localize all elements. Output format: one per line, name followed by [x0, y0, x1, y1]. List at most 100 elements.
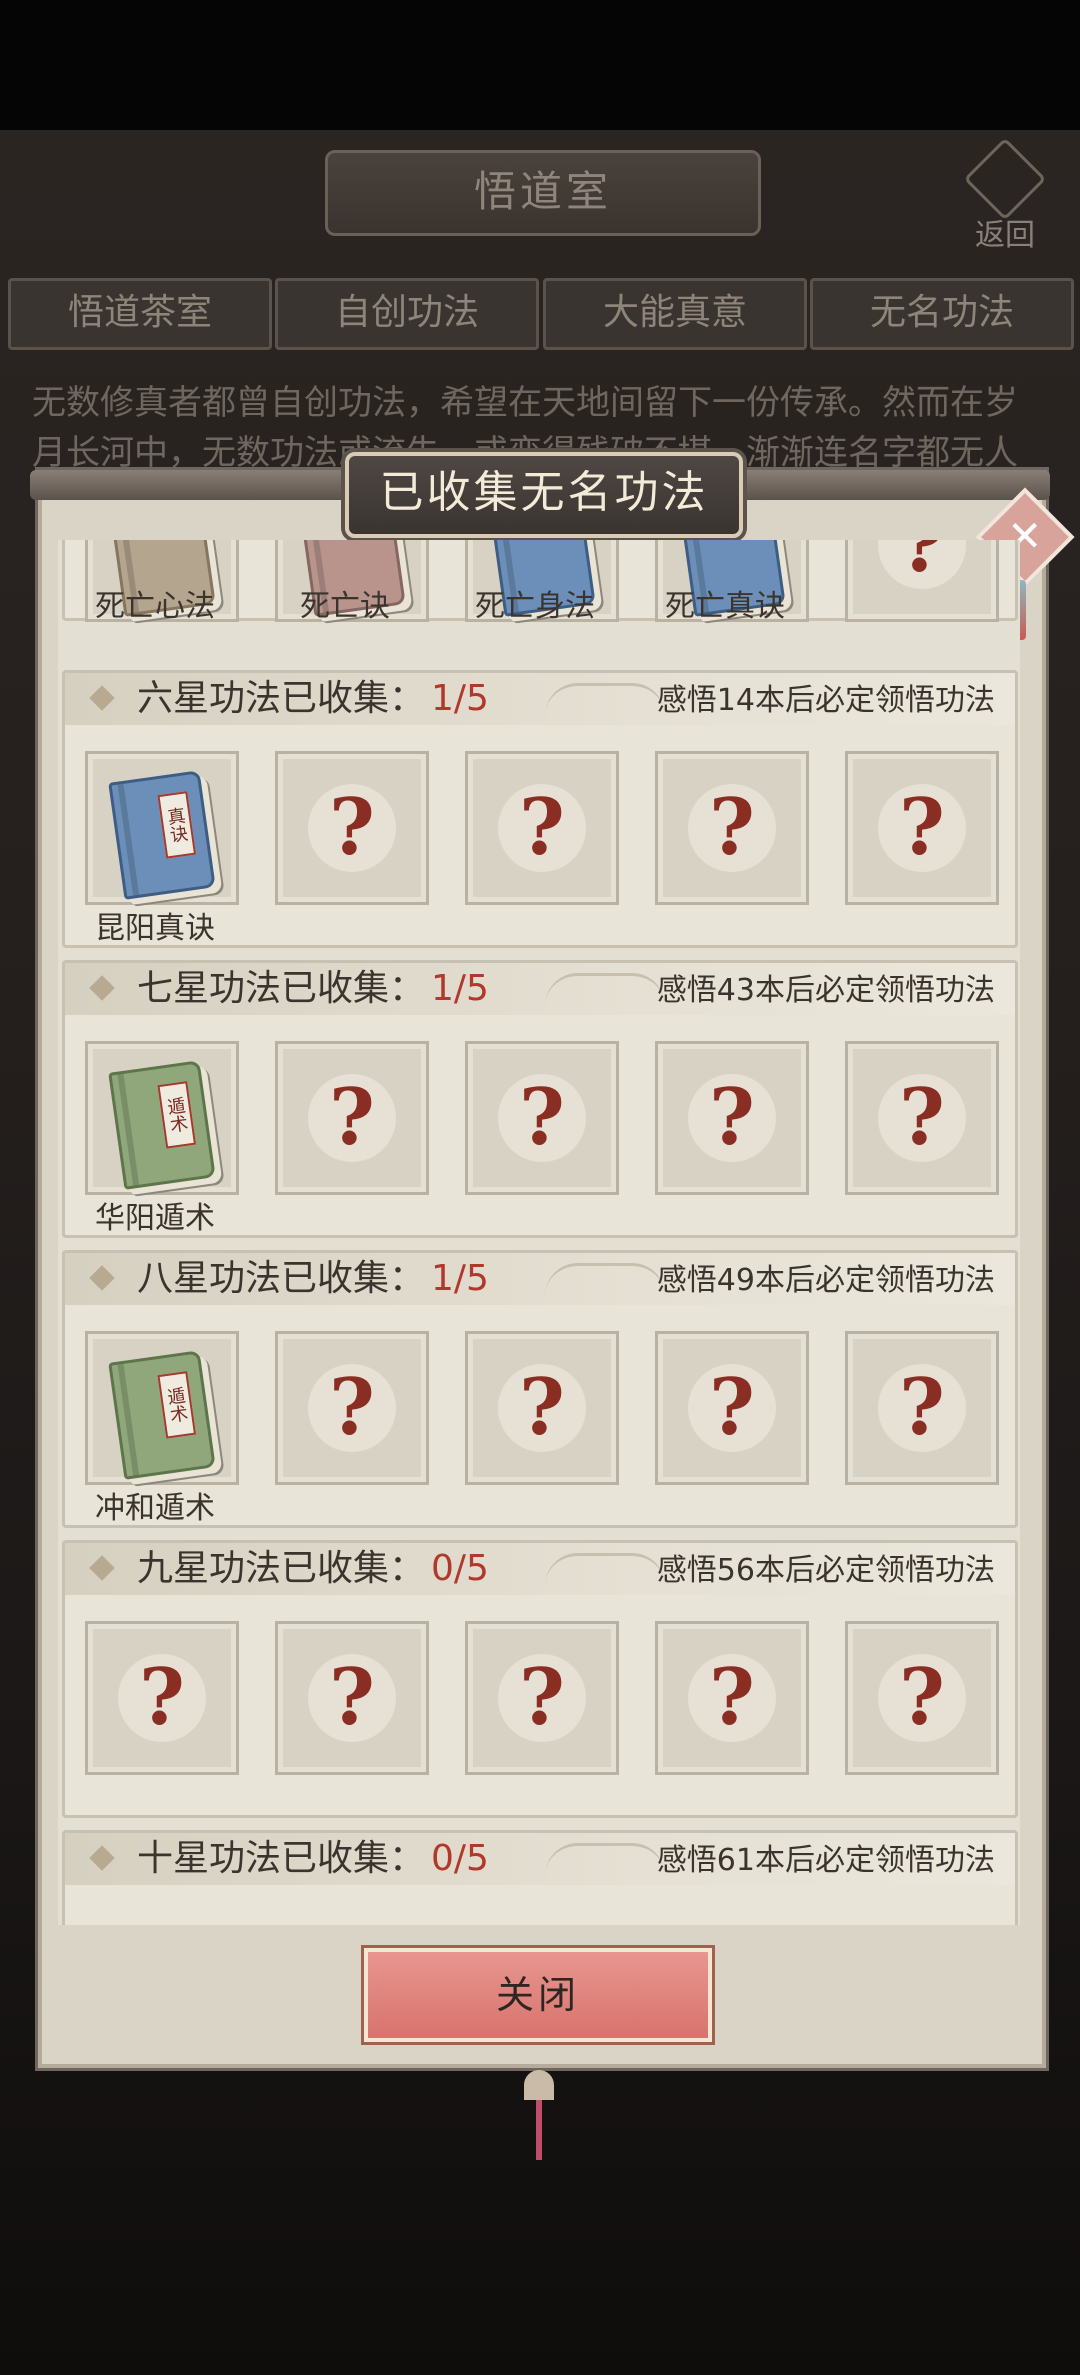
- unknown-slot[interactable]: ?: [85, 1621, 239, 1775]
- unknown-slot[interactable]: ?: [275, 751, 429, 905]
- close-button[interactable]: 关闭: [364, 1948, 712, 2042]
- description-line: 无数修真者都曾自创功法，希望在天地间留下一份传承。然而在岁: [32, 383, 1018, 423]
- group-header: 八星功法已收集： 1/5 感悟49本后必定领悟功法: [65, 1253, 1015, 1305]
- book-icon: 遁术: [108, 1060, 216, 1190]
- unknown-slot[interactable]: ?: [465, 1041, 619, 1195]
- swirl-ornament: [545, 1843, 665, 1876]
- group-title: 九星功法已收集： 0/5: [137, 1548, 489, 1589]
- swirl-ornament: [545, 973, 665, 1006]
- book-tag: 遁术: [157, 1371, 197, 1439]
- group-hint: 感悟43本后必定领悟功法: [656, 973, 995, 1008]
- unknown-slot[interactable]: ?: [845, 540, 999, 622]
- group-hint: 感悟61本后必定领悟功法: [656, 1843, 995, 1878]
- group-title: 七星功法已收集： 1/5: [137, 968, 489, 1009]
- unknown-slot[interactable]: ?: [845, 1331, 999, 1485]
- unknown-slot[interactable]: ?: [465, 1331, 619, 1485]
- question-mark-icon: ?: [329, 1072, 375, 1163]
- diamond-icon: [89, 685, 115, 711]
- swirl-ornament: [545, 683, 665, 716]
- diamond-icon: [89, 975, 115, 1001]
- question-mark-icon: ?: [519, 1362, 565, 1453]
- book-label: 冲和遁术: [95, 1491, 215, 1526]
- group-header: 九星功法已收集： 0/5 感悟56本后必定领悟功法: [65, 1543, 1015, 1595]
- tab-self-created[interactable]: 自创功法: [275, 278, 539, 350]
- unknown-slot[interactable]: ?: [275, 1621, 429, 1775]
- question-mark-icon: ?: [329, 782, 375, 873]
- book-label: 死亡身法: [475, 589, 595, 624]
- book-label: 死亡心法: [95, 589, 215, 624]
- book-slot[interactable]: 遁术: [85, 1331, 239, 1485]
- group-count: 1/5: [431, 678, 489, 719]
- unknown-slot[interactable]: ?: [655, 1621, 809, 1775]
- question-mark-icon: ?: [519, 1652, 565, 1743]
- question-mark-icon: ?: [899, 1652, 945, 1743]
- question-mark-icon: ?: [139, 1652, 185, 1743]
- book-slot[interactable]: 遁术: [85, 1041, 239, 1195]
- back-button[interactable]: 返回: [955, 137, 1055, 253]
- question-mark-icon: ?: [329, 1362, 375, 1453]
- collection-scroll-list[interactable]: ? 死亡心法 死亡诀 死亡身法 死亡真诀 六星功法已收集： 1/5 感悟14本后必…: [58, 540, 1020, 1925]
- unknown-slot[interactable]: ?: [275, 1041, 429, 1195]
- group-hint: 感悟56本后必定领悟功法: [656, 1553, 995, 1588]
- unknown-slot[interactable]: ?: [655, 1331, 809, 1485]
- book-icon: 遁术: [108, 1350, 216, 1480]
- book-slot[interactable]: 真诀: [85, 751, 239, 905]
- unknown-slot[interactable]: ?: [655, 1041, 809, 1195]
- question-mark-icon: ?: [709, 782, 755, 873]
- group-count: 0/5: [431, 1838, 489, 1879]
- group-count: 1/5: [431, 1258, 489, 1299]
- unknown-slot[interactable]: ?: [845, 1621, 999, 1775]
- unknown-slot[interactable]: ?: [465, 1621, 619, 1775]
- swirl-ornament: [545, 1263, 665, 1296]
- book-label: 死亡诀: [300, 589, 390, 624]
- collection-group-seven-star: 七星功法已收集： 1/5 感悟43本后必定领悟功法 遁术 ? ? ? ? 华阳遁术: [62, 960, 1018, 1238]
- group-title: 十星功法已收集： 0/5: [137, 1838, 489, 1879]
- group-title: 六星功法已收集： 1/5: [137, 678, 489, 719]
- book-label: 昆阳真诀: [95, 911, 215, 946]
- collection-group-nine-star: 九星功法已收集： 0/5 感悟56本后必定领悟功法 ? ? ? ? ?: [62, 1540, 1018, 1818]
- diamond-icon: [89, 1555, 115, 1581]
- tab-great-masters[interactable]: 大能真意: [543, 278, 807, 350]
- tab-tea-room[interactable]: 悟道茶室: [8, 278, 272, 350]
- unknown-slot[interactable]: ?: [275, 1331, 429, 1485]
- question-mark-icon: ?: [899, 782, 945, 873]
- diamond-icon: [89, 1845, 115, 1871]
- group-count: 1/5: [431, 968, 489, 1009]
- unknown-slot[interactable]: ?: [465, 751, 619, 905]
- question-mark-icon: ?: [899, 1072, 945, 1163]
- swirl-ornament: [545, 1553, 665, 1586]
- question-mark-icon: ?: [899, 540, 945, 590]
- status-bar-area: [0, 0, 1080, 130]
- back-arrow-icon: [963, 137, 1047, 221]
- collection-group-partial: ? 死亡心法 死亡诀 死亡身法 死亡真诀: [62, 540, 1018, 624]
- question-mark-icon: ?: [709, 1072, 755, 1163]
- group-hint: 感悟14本后必定领悟功法: [656, 683, 995, 718]
- group-hint: 感悟49本后必定领悟功法: [656, 1263, 995, 1298]
- question-mark-icon: ?: [709, 1362, 755, 1453]
- unknown-slot[interactable]: ?: [655, 751, 809, 905]
- unknown-slot[interactable]: ?: [845, 751, 999, 905]
- diamond-icon: [89, 1265, 115, 1291]
- question-mark-icon: ?: [519, 1072, 565, 1163]
- book-icon: 真诀: [108, 770, 216, 900]
- group-title: 八星功法已收集： 1/5: [137, 1258, 489, 1299]
- group-header: 七星功法已收集： 1/5 感悟43本后必定领悟功法: [65, 963, 1015, 1015]
- book-label: 死亡真诀: [665, 589, 785, 624]
- collection-group-eight-star: 八星功法已收集： 1/5 感悟49本后必定领悟功法 遁术 ? ? ? ? 冲和遁术: [62, 1250, 1018, 1528]
- collection-group-six-star: 六星功法已收集： 1/5 感悟14本后必定领悟功法 真诀 ? ? ? ? 昆阳真诀: [62, 670, 1018, 948]
- bell-ornament-icon: [524, 2070, 554, 2160]
- dialog-title: 已收集无名功法: [345, 452, 743, 538]
- tab-nameless-techniques[interactable]: 无名功法: [810, 278, 1074, 350]
- unknown-slot[interactable]: ?: [845, 1041, 999, 1195]
- group-header: 十星功法已收集： 0/5 感悟61本后必定领悟功法: [65, 1833, 1015, 1885]
- group-header: 六星功法已收集： 1/5 感悟14本后必定领悟功法: [65, 673, 1015, 725]
- page-title: 悟道室: [325, 150, 761, 236]
- question-mark-icon: ?: [899, 1362, 945, 1453]
- question-mark-icon: ?: [519, 782, 565, 873]
- question-mark-icon: ?: [329, 1652, 375, 1743]
- collection-group-ten-star: 十星功法已收集： 0/5 感悟61本后必定领悟功法: [62, 1830, 1018, 1925]
- group-count: 0/5: [431, 1548, 489, 1589]
- book-label: 华阳遁术: [95, 1201, 215, 1236]
- question-mark-icon: ?: [709, 1652, 755, 1743]
- book-tag: 遁术: [157, 1081, 197, 1149]
